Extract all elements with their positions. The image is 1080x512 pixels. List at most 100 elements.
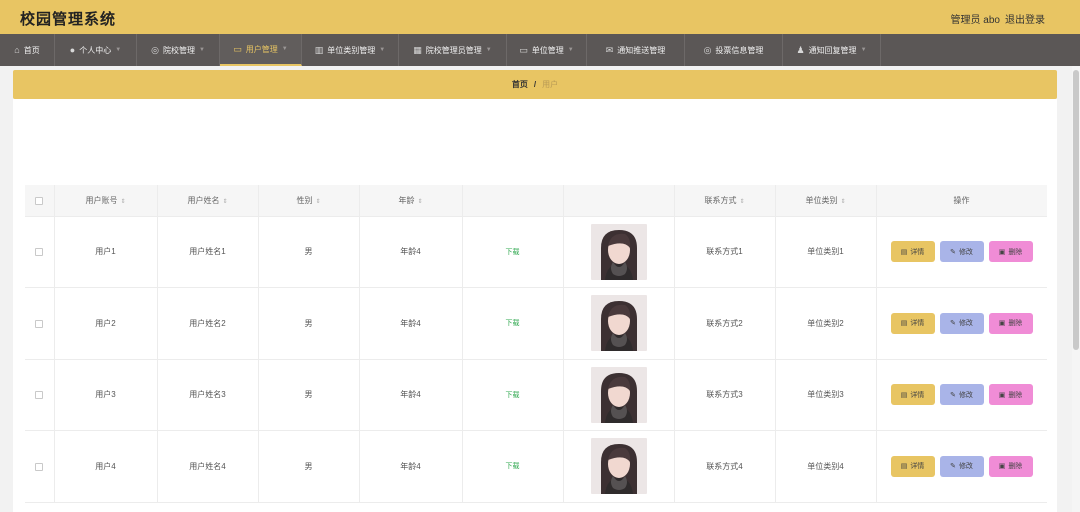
nav-item-users[interactable]: ▭ 用户管理 ▼ bbox=[220, 34, 302, 66]
sort-icon[interactable]: ⇕ bbox=[840, 199, 845, 205]
document-icon: ▤ bbox=[900, 248, 908, 256]
nav-item-profile[interactable]: ● 个人中心 ▼ bbox=[55, 34, 137, 66]
table-row: 用户4 用户姓名4 男 年龄4 下载 联系方式4 单位类别4 ▤ 详情 ✎ 修改 ▣… bbox=[25, 430, 1047, 503]
cell-gender: 男 bbox=[258, 216, 360, 288]
header-gender[interactable]: 性别 ⇕ bbox=[258, 185, 360, 217]
header-account[interactable]: 用户账号 ⇕ bbox=[54, 185, 158, 217]
chevron-down-icon: ▼ bbox=[379, 47, 386, 53]
scrollbar-thumb[interactable] bbox=[1073, 70, 1079, 350]
mail-icon: ✉ bbox=[605, 44, 614, 55]
delete-button[interactable]: ▣ 删除 bbox=[988, 455, 1033, 477]
edit-button[interactable]: ✎ 修改 bbox=[939, 312, 984, 334]
cell-name: 用户姓名2 bbox=[157, 287, 259, 360]
user-photo bbox=[590, 366, 647, 423]
logout-link[interactable]: 退出登录 bbox=[1005, 11, 1045, 26]
row-checkbox[interactable] bbox=[35, 462, 44, 471]
header-photo bbox=[563, 185, 675, 217]
download-link[interactable]: 下载 bbox=[506, 463, 520, 470]
cell-gender: 男 bbox=[258, 430, 360, 503]
sort-icon[interactable]: ⇕ bbox=[120, 199, 125, 205]
breadcrumb: 首页 / 用户 bbox=[13, 70, 1057, 99]
sort-icon[interactable]: ⇕ bbox=[315, 199, 320, 205]
nav-item-label: 单位管理 bbox=[531, 45, 564, 55]
button-label: 修改 bbox=[958, 463, 973, 471]
cell-category: 单位类别1 bbox=[775, 216, 877, 288]
document-icon: ▤ bbox=[900, 320, 908, 328]
detail-button[interactable]: ▤ 详情 bbox=[890, 455, 935, 477]
header-select-all[interactable] bbox=[25, 185, 55, 217]
nav-item-school[interactable]: ◎ 院校管理 ▼ bbox=[137, 34, 220, 66]
trash-icon: ▣ bbox=[998, 463, 1006, 471]
chevron-down-icon: ▼ bbox=[567, 47, 574, 53]
chevron-down-icon: ▼ bbox=[485, 47, 492, 53]
document-icon: ▤ bbox=[900, 463, 908, 471]
download-link[interactable]: 下载 bbox=[506, 249, 520, 256]
header-label: 年龄 bbox=[398, 195, 415, 205]
nav-item-school-admin[interactable]: ▦ 院校管理员管理 ▼ bbox=[399, 34, 507, 66]
row-actions: ▤ 详情 ✎ 修改 ▣ 删除 bbox=[877, 312, 1047, 334]
nav-item-label: 首页 bbox=[23, 45, 40, 55]
nav-item-unit-category[interactable]: ▥ 单位类别管理 ▼ bbox=[302, 34, 399, 66]
row-checkbox[interactable] bbox=[35, 248, 44, 257]
pencil-icon: ✎ bbox=[950, 391, 956, 399]
row-checkbox[interactable] bbox=[35, 319, 44, 328]
edit-button[interactable]: ✎ 修改 bbox=[939, 241, 984, 263]
building-icon: ▦ bbox=[413, 44, 422, 55]
edit-button[interactable]: ✎ 修改 bbox=[939, 455, 984, 477]
cell-age: 年龄4 bbox=[359, 430, 463, 503]
breadcrumb-home[interactable]: 首页 bbox=[512, 79, 528, 90]
edit-button[interactable]: ✎ 修改 bbox=[939, 384, 984, 406]
header-label: 单位类别 bbox=[805, 195, 838, 205]
download-link[interactable]: 下载 bbox=[506, 320, 520, 327]
nav-item-home[interactable]: ⌂ 首页 bbox=[0, 34, 55, 66]
detail-button[interactable]: ▤ 详情 bbox=[890, 312, 935, 334]
button-label: 详情 bbox=[910, 248, 925, 256]
content-panel: 用户账号 ⇕ 用户姓名 ⇕ 性别 ⇕ 年龄 ⇕ 联系方式 ⇕ 单位类别 ⇕ 操作 用户1 用… bbox=[13, 99, 1057, 512]
button-label: 修改 bbox=[958, 248, 973, 256]
download-link[interactable]: 下载 bbox=[506, 392, 520, 399]
nav-item-unit[interactable]: ▭ 单位管理 ▼ bbox=[507, 34, 587, 66]
bar-chart-icon: ▥ bbox=[314, 44, 324, 55]
nav-item-label: 通知推送管理 bbox=[617, 45, 666, 55]
sort-icon[interactable]: ⇕ bbox=[417, 199, 422, 205]
monitor-icon: ▭ bbox=[519, 44, 528, 55]
detail-button[interactable]: ▤ 详情 bbox=[890, 384, 935, 406]
detail-button[interactable]: ▤ 详情 bbox=[890, 241, 935, 263]
button-label: 详情 bbox=[910, 463, 925, 471]
header-name[interactable]: 用户姓名 ⇕ bbox=[157, 185, 259, 217]
sort-icon[interactable]: ⇕ bbox=[222, 199, 227, 205]
button-label: 修改 bbox=[958, 391, 973, 399]
pencil-icon: ✎ bbox=[950, 320, 956, 328]
row-checkbox[interactable] bbox=[35, 391, 44, 400]
header-label: 用户账号 bbox=[85, 195, 118, 205]
button-label: 修改 bbox=[958, 320, 973, 328]
header-label: 操作 bbox=[953, 195, 970, 205]
nav-item-vote[interactable]: ◎ 投票信息管理 bbox=[685, 34, 783, 66]
select-all-checkbox[interactable] bbox=[35, 196, 44, 205]
cell-category: 单位类别2 bbox=[775, 287, 877, 360]
header-actions: 操作 bbox=[876, 185, 1047, 217]
delete-button[interactable]: ▣ 删除 bbox=[988, 241, 1033, 263]
row-actions: ▤ 详情 ✎ 修改 ▣ 删除 bbox=[877, 455, 1047, 477]
document-icon: ▤ bbox=[900, 391, 908, 399]
pencil-icon: ✎ bbox=[950, 463, 956, 471]
button-label: 删除 bbox=[1008, 391, 1023, 399]
top-bar: 校园管理系统 管理员 abo 退出登录 bbox=[0, 0, 1080, 34]
table-row: 用户1 用户姓名1 男 年龄4 下载 联系方式1 单位类别1 ▤ 详情 ✎ 修改 ▣… bbox=[25, 216, 1047, 288]
sort-icon[interactable]: ⇕ bbox=[739, 199, 744, 205]
button-label: 详情 bbox=[910, 391, 925, 399]
header-age[interactable]: 年龄 ⇕ bbox=[359, 185, 463, 217]
delete-button[interactable]: ▣ 删除 bbox=[988, 384, 1033, 406]
nav-item-notify-reply[interactable]: ♟ 通知回复管理 ▼ bbox=[783, 34, 881, 66]
trash-icon: ▣ bbox=[998, 320, 1006, 328]
nav-item-label: 院校管理 bbox=[162, 45, 195, 55]
cell-age: 年龄4 bbox=[359, 216, 463, 288]
nav-item-notify-push[interactable]: ✉ 通知推送管理 bbox=[587, 34, 685, 66]
cell-account: 用户3 bbox=[54, 359, 158, 431]
header-category[interactable]: 单位类别 ⇕ bbox=[775, 185, 877, 217]
delete-button[interactable]: ▣ 删除 bbox=[988, 312, 1033, 334]
cell-contact: 联系方式1 bbox=[674, 216, 776, 288]
cell-name: 用户姓名1 bbox=[157, 216, 259, 288]
header-contact[interactable]: 联系方式 ⇕ bbox=[674, 185, 776, 217]
cell-contact: 联系方式2 bbox=[674, 287, 776, 360]
